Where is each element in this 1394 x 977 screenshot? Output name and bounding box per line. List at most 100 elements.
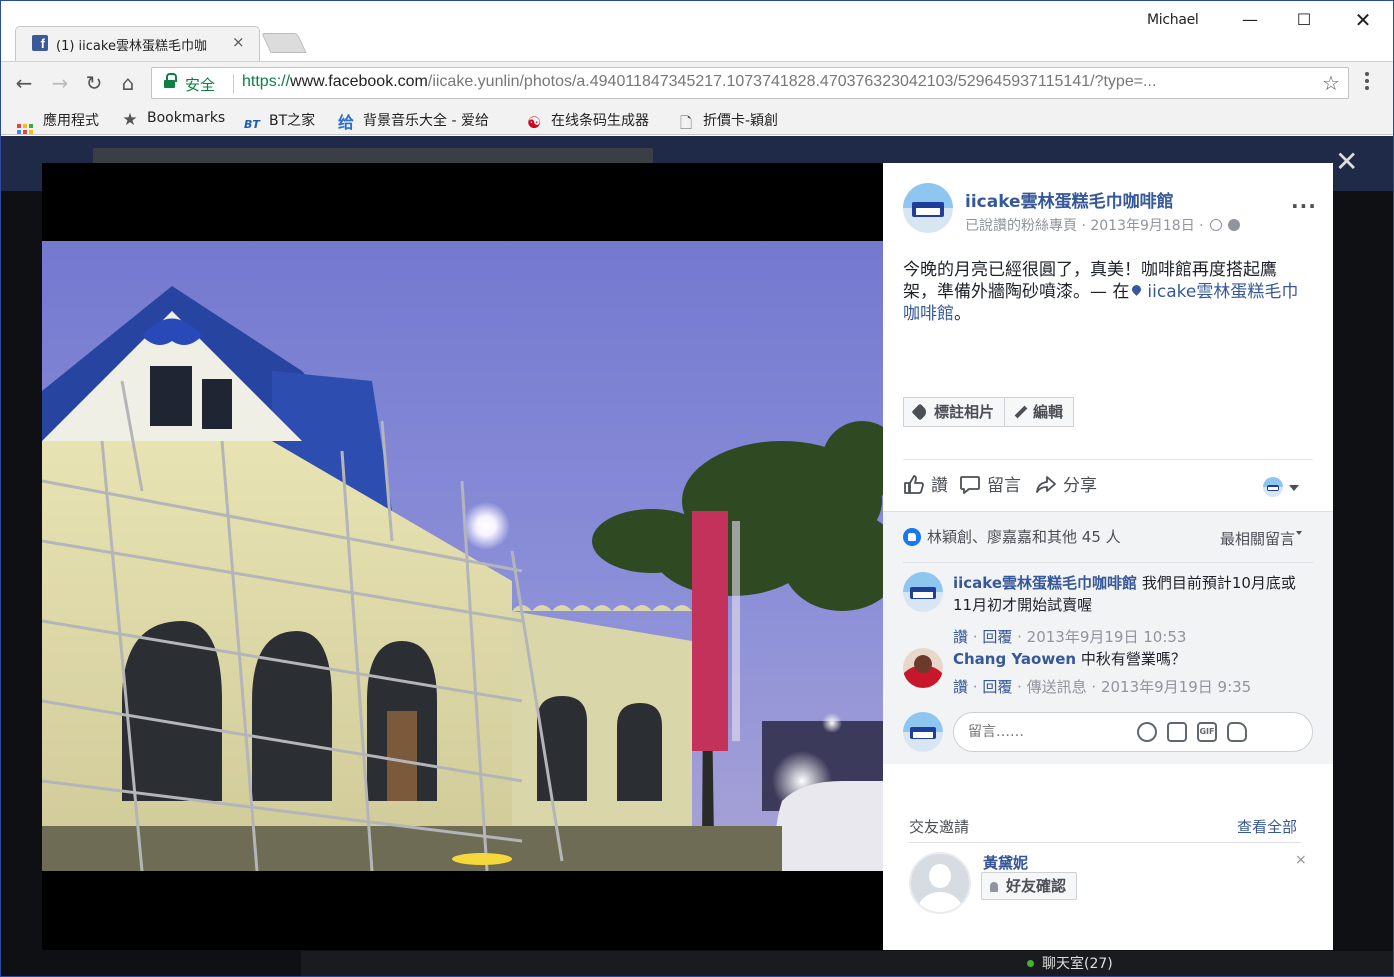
- comment-meta: 讚 · 回覆 · 2013年9月19日 10:53: [953, 628, 1187, 646]
- composer-avatar: [903, 712, 943, 752]
- comment-avatar[interactable]: [903, 648, 943, 688]
- browser-window: f (1) iicake雲林蛋糕毛巾咖 × Michael — ☐ ✕ ← → …: [0, 0, 1394, 977]
- comment-bubble-icon: [960, 476, 980, 494]
- url-path: /iicake.yunlin/photos/a.494011847345217.…: [427, 73, 1157, 90]
- comment-author[interactable]: iicake雲林蛋糕毛巾咖啡館: [953, 574, 1137, 592]
- close-window-button[interactable]: ✕: [1351, 9, 1375, 31]
- theater-close-icon[interactable]: ✕: [1335, 148, 1358, 176]
- page-name-link[interactable]: iicake雲林蛋糕毛巾咖啡館: [965, 187, 1174, 212]
- browser-menu-icon[interactable]: [1365, 72, 1369, 92]
- comment-text: 中秋有營業嗎？: [1080, 650, 1186, 668]
- bookmark-aigei[interactable]: 给背景音乐大全 - 爱给: [337, 110, 507, 130]
- friend-requests: 交友邀請 查看全部 黃黛妮 好友確認 ×: [883, 764, 1333, 950]
- comment-like-link[interactable]: 讚: [953, 678, 968, 696]
- post-actions: 讚 留言 分享: [903, 471, 1313, 501]
- post-sidebar: iicake雲林蛋糕毛巾咖啡館 已說讚的粉絲專頁 · 2013年9月18日 · …: [883, 163, 1333, 950]
- tab-close-icon[interactable]: ×: [232, 33, 245, 51]
- share-arrow-icon: [1036, 476, 1056, 493]
- address-bar[interactable]: 安全 https://www.facebook.com/iicake.yunli…: [151, 67, 1349, 99]
- post-meta-text: 已說讚的粉絲專頁 · 2013年9月18日 ·: [965, 218, 1204, 234]
- minimize-button[interactable]: —: [1238, 9, 1262, 31]
- divider: [903, 459, 1313, 460]
- bookmark-coupon[interactable]: 🗋 折價卡-穎創: [677, 110, 778, 132]
- comment-sort-dropdown[interactable]: 最相關留言: [1220, 528, 1303, 549]
- photo-action-buttons: 標註相片 編輯: [903, 397, 1075, 427]
- maximize-button[interactable]: ☐: [1292, 9, 1316, 31]
- edit-button[interactable]: 編輯: [1005, 397, 1075, 427]
- gif-icon[interactable]: GIF: [1197, 722, 1217, 742]
- title-bar: f (1) iicake雲林蛋糕毛巾咖 × Michael — ☐ ✕: [1, 1, 1393, 61]
- url-text[interactable]: https://www.facebook.com/iicake.yunlin/p…: [242, 73, 1312, 91]
- bookmark-apps[interactable]: 應用程式: [17, 110, 99, 140]
- person-add-icon: [990, 882, 998, 892]
- bt-icon: BT: [244, 118, 260, 131]
- bookmark-label: BT之家: [269, 113, 316, 129]
- photo-stage[interactable]: [42, 163, 883, 950]
- bottom-strip-dimmed: [301, 951, 1393, 976]
- comment-reply-link[interactable]: 回覆: [982, 628, 1012, 646]
- comment-button[interactable]: 留言: [959, 471, 1021, 501]
- tag-photo-label: 標註相片: [934, 403, 995, 421]
- facebook-favicon-icon: f: [32, 35, 48, 51]
- comment-composer: GIF: [903, 712, 1313, 756]
- comment-author[interactable]: Chang Yaowen: [953, 650, 1076, 668]
- comment-like-link[interactable]: 讚: [953, 628, 968, 646]
- friend-avatar[interactable]: [909, 852, 971, 914]
- react-as-selector[interactable]: [1263, 477, 1303, 497]
- tag-photo-button[interactable]: 標註相片: [903, 397, 1006, 427]
- comment-label: 留言: [987, 476, 1021, 496]
- home-icon[interactable]: ⌂: [115, 70, 141, 96]
- feedback-section: 林穎創、廖嘉嘉和其他 45 人 最相關留言 iicake雲林蛋糕毛巾咖啡館 我們…: [883, 511, 1333, 764]
- dismiss-request-icon[interactable]: ×: [1295, 852, 1307, 868]
- like-button[interactable]: 讚: [903, 471, 948, 501]
- divider: [909, 842, 1301, 843]
- star-icon: ★: [122, 110, 138, 130]
- forward-arrow-icon[interactable]: →: [47, 70, 73, 96]
- pencil-icon: [1014, 405, 1028, 419]
- likes-summary[interactable]: 林穎創、廖嘉嘉和其他 45 人: [903, 526, 1121, 547]
- comment-input[interactable]: [953, 712, 1313, 752]
- browser-toolbar: ← → ↻ ⌂ 安全 https://www.facebook.com/iica…: [1, 61, 1393, 103]
- page-avatar[interactable]: [903, 183, 953, 233]
- bookmark-bookmarks[interactable]: ★ Bookmarks: [121, 110, 225, 130]
- page-avatar-small: [1263, 477, 1283, 497]
- lock-icon[interactable]: [164, 73, 177, 89]
- globe-icon[interactable]: [1227, 219, 1240, 231]
- comment-body: iicake雲林蛋糕毛巾咖啡館 我們目前預計10月底或11月初才開始試賣喔: [953, 572, 1298, 616]
- bookmark-barcode[interactable]: ☯ 在线条码生成器: [525, 110, 649, 132]
- comment-body: Chang Yaowen 中秋有營業嗎？: [953, 648, 1298, 670]
- comment-reply-link[interactable]: 回覆: [982, 678, 1012, 696]
- comment-avatar[interactable]: [903, 572, 943, 612]
- url-scheme: https://: [242, 73, 291, 90]
- bookmark-label: Bookmarks: [147, 110, 226, 126]
- bookmarks-bar: 應用程式 ★ Bookmarks BT BT之家 给背景音乐大全 - 爱给 ☯ 在线条…: [1, 103, 1393, 140]
- divider: [903, 562, 1313, 563]
- page-viewport: 聊天室(27) ✕ iicake雲林蛋糕毛巾咖啡館 已說讚的粉絲專頁 · 201…: [1, 136, 1393, 976]
- camera-icon[interactable]: [1167, 722, 1187, 742]
- browser-tab[interactable]: f (1) iicake雲林蛋糕毛巾咖 ×: [15, 26, 260, 61]
- secure-label[interactable]: 安全: [185, 74, 215, 95]
- emoji-icon[interactable]: [1137, 722, 1157, 742]
- bookmark-bt[interactable]: BT BT之家: [243, 110, 316, 131]
- profile-name[interactable]: Michael: [1147, 12, 1199, 28]
- aigei-icon: 给: [337, 113, 354, 131]
- share-button[interactable]: 分享: [1035, 471, 1097, 501]
- confirm-friend-button[interactable]: 好友確認: [981, 872, 1078, 900]
- chat-sidebar-label[interactable]: 聊天室(27): [1027, 953, 1113, 973]
- share-label: 分享: [1063, 476, 1097, 496]
- friend-name-link[interactable]: 黃黛妮: [983, 852, 1028, 873]
- comment-time: · 2013年9月19日 10:53: [1017, 628, 1187, 646]
- post-photo[interactable]: [42, 241, 883, 871]
- back-arrow-icon[interactable]: ←: [11, 70, 37, 96]
- bookmark-star-icon[interactable]: ☆: [1322, 71, 1340, 95]
- post-body-end: 。: [954, 304, 971, 324]
- sticker-icon[interactable]: [1227, 722, 1247, 742]
- omnibox-divider: [233, 74, 234, 94]
- like-label: 讚: [931, 476, 948, 496]
- confirm-label: 好友確認: [1006, 877, 1067, 895]
- see-all-link[interactable]: 查看全部: [1237, 816, 1297, 837]
- url-host: www.facebook.com: [290, 73, 428, 90]
- reload-icon[interactable]: ↻: [81, 70, 107, 96]
- new-tab-button[interactable]: [261, 33, 307, 53]
- more-options-icon[interactable]: ···: [1291, 196, 1317, 216]
